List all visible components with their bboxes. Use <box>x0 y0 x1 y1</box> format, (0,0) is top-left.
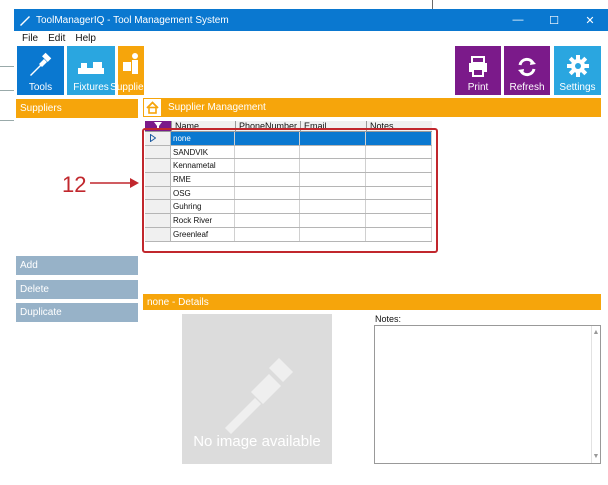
gear-icon <box>566 55 589 77</box>
tools-button[interactable]: Tools <box>17 46 64 95</box>
annotation-arrow <box>90 178 139 188</box>
app-icon <box>20 16 30 26</box>
fixtures-button[interactable]: Fixtures <box>67 46 115 95</box>
print-button[interactable]: Print <box>455 46 501 95</box>
delete-button[interactable]: Delete <box>16 280 138 299</box>
supplier-icon <box>123 53 138 74</box>
refresh-icon <box>518 57 536 77</box>
sidebar-section-title: Suppliers <box>16 99 138 118</box>
notes-scrollbar[interactable]: ▲ ▼ <box>591 326 600 463</box>
annotation-highlight <box>142 128 438 253</box>
supplier-management-header: Supplier Management <box>143 98 601 117</box>
window-title: ToolManagerIQ - Tool Management System <box>36 14 229 26</box>
tools-label: Tools <box>28 82 53 93</box>
refresh-label: Refresh <box>509 82 545 93</box>
menu-help[interactable]: Help <box>75 33 96 44</box>
menu-bar: File Edit Help <box>14 31 608 45</box>
title-bar: ToolManagerIQ - Tool Management System —… <box>14 9 608 31</box>
notes-textarea[interactable]: ▲ ▼ <box>374 325 601 464</box>
maximize-button[interactable]: ☐ <box>536 14 572 27</box>
refresh-button[interactable]: Refresh <box>504 46 550 95</box>
scroll-down-icon[interactable]: ▼ <box>593 453 600 460</box>
settings-label: Settings <box>559 82 596 93</box>
tool-silhouette-icon <box>225 358 293 434</box>
menu-edit[interactable]: Edit <box>48 33 65 44</box>
suppliers-button[interactable]: Suppliers <box>110 46 152 95</box>
minimize-button[interactable]: — <box>500 14 536 27</box>
annotation-number: 12 <box>62 172 87 197</box>
fixture-icon <box>78 62 104 74</box>
doc-border-line <box>0 66 14 67</box>
notes-label: Notes: <box>375 314 402 324</box>
main-header-title: Supplier Management <box>168 102 266 113</box>
tool-icon <box>29 52 51 76</box>
doc-border-line <box>0 120 14 121</box>
image-placeholder: No image available <box>182 314 332 464</box>
print-label: Print <box>467 82 489 93</box>
home-icon <box>146 101 159 114</box>
menu-file[interactable]: File <box>22 33 38 44</box>
close-button[interactable]: ✕ <box>572 14 608 27</box>
fixtures-label: Fixtures <box>73 82 109 93</box>
add-button[interactable]: Add <box>16 256 138 275</box>
printer-icon <box>469 56 487 77</box>
duplicate-button[interactable]: Duplicate <box>16 303 138 322</box>
no-image-text: No image available <box>193 433 321 450</box>
details-header: none - Details <box>143 294 601 310</box>
scroll-up-icon[interactable]: ▲ <box>593 329 600 336</box>
settings-button[interactable]: Settings <box>554 46 601 95</box>
doc-border-line <box>432 0 433 9</box>
window-controls: — ☐ ✕ <box>500 14 608 27</box>
doc-border-line <box>0 90 14 91</box>
home-button[interactable] <box>143 98 162 117</box>
suppliers-label: Suppliers <box>110 82 152 93</box>
